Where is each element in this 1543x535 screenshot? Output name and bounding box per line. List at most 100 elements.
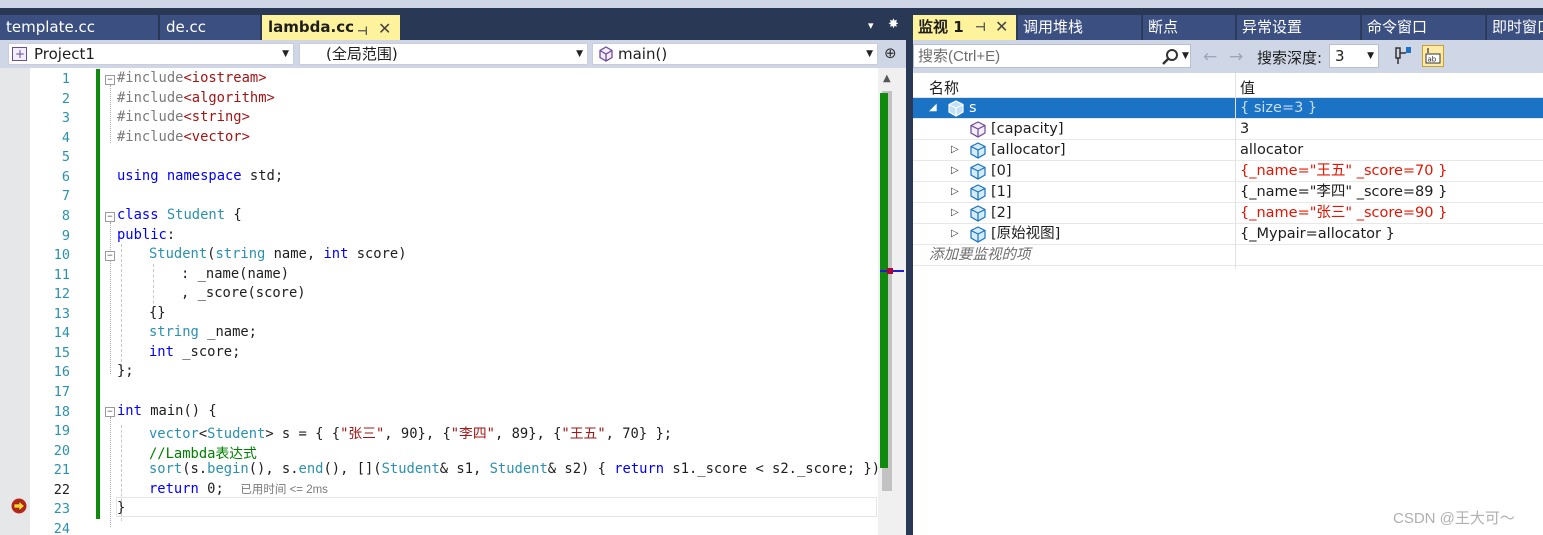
tool-window-tabs: 监视 1 ⊣ ✕ 调用堆栈 断点 异常设置 命令窗口 即时窗口 bbox=[913, 15, 1543, 40]
tab-template-cc[interactable]: template.cc bbox=[0, 15, 158, 40]
changed-row-value[interactable]: {_name="张三" _score=90 } bbox=[1240, 203, 1447, 223]
line-number: 12 bbox=[53, 286, 70, 302]
expand-arrow-icon[interactable]: ▷ bbox=[951, 203, 959, 223]
code-line-8: class Student { bbox=[117, 207, 242, 223]
expand-arrow-icon[interactable]: ▷ bbox=[951, 224, 959, 244]
method-cube-icon bbox=[599, 46, 613, 62]
line-number: 7 bbox=[61, 188, 70, 204]
column-header-name[interactable]: 名称 bbox=[929, 77, 959, 98]
code-line-14: string _name; bbox=[149, 324, 257, 340]
row-value[interactable]: {_Mypair=allocator } bbox=[1240, 224, 1395, 244]
chevron-down-icon: ▼ bbox=[866, 49, 873, 59]
code-line-19: vector<Student> s = { {"张三", 90}, {"李四",… bbox=[149, 426, 673, 442]
line-number: 23 bbox=[53, 501, 70, 517]
scope-dropdown[interactable]: (全局范围) ▼ bbox=[299, 43, 588, 65]
fold-guide bbox=[110, 417, 111, 527]
line-number: 8 bbox=[61, 208, 70, 224]
collapse-toggle[interactable]: − bbox=[105, 212, 115, 222]
document-tab-row: template.cc de.cc lambda.cc ⊣ ✕ ▾ ✸ bbox=[0, 15, 906, 40]
tab-watch-1[interactable]: 监视 1 ⊣ ✕ bbox=[913, 15, 1017, 40]
search-depth-dropdown[interactable]: 3 ▼ bbox=[1329, 44, 1379, 68]
watch-grid-header: 名称 值 bbox=[913, 73, 1543, 98]
close-icon[interactable]: ✕ bbox=[378, 16, 391, 41]
row-name: s bbox=[969, 100, 977, 116]
collapse-toggle[interactable]: − bbox=[105, 251, 115, 261]
line-number: 5 bbox=[61, 149, 70, 165]
search-depth-label: 搜索深度: bbox=[1257, 49, 1323, 67]
purple-cube-icon bbox=[970, 121, 986, 138]
code-line-18: int main() { bbox=[117, 403, 217, 419]
watch-row-index-2[interactable]: ▷ [2] {_name="张三" _score=90 } bbox=[913, 203, 1543, 224]
tab-label: 异常设置 bbox=[1242, 18, 1303, 36]
settings-gear-icon[interactable]: ✸ bbox=[888, 17, 899, 32]
tab-lambda-cc[interactable]: lambda.cc ⊣ ✕ bbox=[262, 15, 400, 40]
tab-label: de.cc bbox=[166, 18, 207, 36]
row-value[interactable]: {_name="李四" _score=89 } bbox=[1240, 182, 1447, 202]
search-icon[interactable] bbox=[1161, 48, 1179, 66]
indicator-margin[interactable] bbox=[0, 68, 30, 535]
watermark-text: CSDN @王大可～ bbox=[1393, 510, 1515, 527]
watch-row-index-0[interactable]: ▷ [0] {_name="王五" _score=70 } bbox=[913, 161, 1543, 182]
tab-de-cc[interactable]: de.cc bbox=[160, 15, 260, 40]
row-value[interactable]: { size=3 } bbox=[1240, 98, 1317, 118]
chevron-down-icon[interactable]: ▼ bbox=[1182, 51, 1189, 61]
row-value[interactable]: 3 bbox=[1240, 119, 1249, 139]
forward-arrow-icon[interactable]: → bbox=[1229, 47, 1243, 67]
tab-label: lambda.cc bbox=[268, 18, 354, 36]
chevron-down-icon: ▼ bbox=[282, 49, 289, 59]
add-watch-row[interactable]: 添加要监视的项 bbox=[913, 245, 1543, 266]
watch-row-s[interactable]: ◢ s { size=3 } bbox=[913, 98, 1543, 119]
expand-arrow-icon[interactable]: ▷ bbox=[951, 140, 959, 160]
tab-label: 命令窗口 bbox=[1367, 18, 1428, 36]
row-value[interactable]: allocator bbox=[1240, 140, 1303, 160]
pin-icon[interactable]: ⊣ bbox=[975, 15, 986, 40]
format-hex-icon[interactable]: ab bbox=[1422, 45, 1444, 67]
watch-search-box[interactable]: ▼ bbox=[913, 44, 1191, 68]
close-icon[interactable]: ✕ bbox=[995, 15, 1008, 39]
code-line-21: sort(s.begin(), s.end(), [](Student& s1,… bbox=[149, 461, 889, 477]
watch-row-raw-view[interactable]: ▷ [原始视图] {_Mypair=allocator } bbox=[913, 224, 1543, 245]
variable-cube-icon bbox=[970, 184, 986, 201]
watch-grid: 名称 值 ◢ s { size=3 } [capacity] 3 ▷ [allo… bbox=[913, 73, 1543, 535]
elapsed-time-hint[interactable]: 已用时间 <= 2ms bbox=[240, 484, 328, 496]
watch-row-index-1[interactable]: ▷ [1] {_name="李四" _score=89 } bbox=[913, 182, 1543, 203]
current-line-number: 22 bbox=[53, 482, 70, 498]
split-view-icon[interactable]: ⊕ bbox=[884, 44, 897, 62]
variable-cube-icon bbox=[970, 226, 986, 243]
back-arrow-icon[interactable]: ← bbox=[1203, 47, 1217, 67]
collapse-toggle[interactable]: − bbox=[105, 407, 115, 417]
code-area[interactable]: 1 2 3 4 5 6 7 8 9 10 11 12 13 14 15 16 1… bbox=[0, 68, 906, 535]
watch-row-allocator[interactable]: ▷ [allocator] allocator bbox=[913, 140, 1543, 161]
line-number: 15 bbox=[53, 345, 70, 361]
expand-arrow-icon[interactable]: ▷ bbox=[951, 161, 959, 181]
watch-row-capacity[interactable]: [capacity] 3 bbox=[913, 119, 1543, 140]
member-dropdown[interactable]: main() ▼ bbox=[592, 43, 878, 65]
tab-command-window[interactable]: 命令窗口 bbox=[1362, 15, 1486, 40]
row-name: [capacity] bbox=[991, 121, 1064, 137]
expand-arrow-icon[interactable]: ▷ bbox=[951, 182, 959, 202]
tab-call-stack[interactable]: 调用堆栈 bbox=[1018, 15, 1142, 40]
column-header-value[interactable]: 值 bbox=[1240, 77, 1255, 98]
code-line-3: #include<string> bbox=[117, 109, 250, 125]
tab-breakpoints[interactable]: 断点 bbox=[1143, 15, 1236, 40]
scroll-up-icon[interactable]: ▲ bbox=[883, 73, 891, 84]
breakpoint-map-marker bbox=[887, 268, 893, 274]
tab-overflow-icon[interactable]: ▾ bbox=[868, 19, 874, 32]
pin-source-icon[interactable] bbox=[1393, 45, 1415, 67]
line-number: 3 bbox=[61, 110, 70, 126]
search-input[interactable] bbox=[918, 47, 1153, 65]
top-strip bbox=[0, 0, 1543, 8]
variable-cube-icon bbox=[970, 142, 986, 159]
collapse-toggle[interactable]: − bbox=[105, 75, 115, 85]
code-line-1: #include<iostream> bbox=[117, 70, 267, 86]
collapse-arrow-icon[interactable]: ◢ bbox=[929, 98, 937, 118]
project-dropdown[interactable]: Project1 ▼ bbox=[8, 43, 294, 65]
add-watch-placeholder[interactable]: 添加要监视的项 bbox=[929, 245, 1031, 265]
changed-row-value[interactable]: {_name="王五" _score=70 } bbox=[1240, 161, 1447, 181]
tab-exception-settings[interactable]: 异常设置 bbox=[1237, 15, 1361, 40]
pane-splitter[interactable] bbox=[906, 15, 913, 535]
variable-cube-icon bbox=[948, 100, 964, 117]
line-number: 9 bbox=[61, 228, 70, 244]
column-divider[interactable] bbox=[1235, 73, 1236, 269]
tab-immediate-window[interactable]: 即时窗口 bbox=[1487, 15, 1543, 40]
